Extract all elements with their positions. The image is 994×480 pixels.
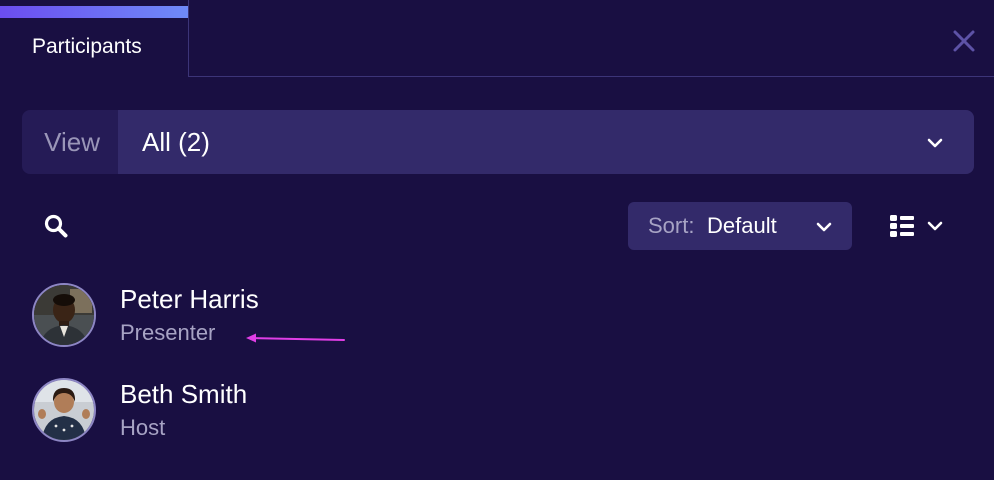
tab-bar-divider <box>189 76 994 77</box>
avatar-photo-beth-smith <box>34 380 94 440</box>
view-filter-label: View <box>22 110 118 174</box>
sort-dropdown[interactable]: Sort: Default <box>628 202 852 250</box>
avatar <box>32 378 96 442</box>
search-icon <box>44 214 68 238</box>
annotation-arrow <box>246 333 345 343</box>
participant-role: Host <box>120 415 166 440</box>
sort-label: Sort: <box>648 213 695 238</box>
participant-role: Presenter <box>120 320 216 345</box>
chevron-down-icon <box>816 222 832 232</box>
tab-participants-label: Participants <box>32 35 142 58</box>
view-filter-label-text: View <box>44 127 100 157</box>
search-button[interactable] <box>42 212 70 240</box>
sort-value: Default <box>707 213 777 238</box>
view-filter-value: All (2) <box>142 127 210 157</box>
view-filter-dropdown[interactable]: All (2) <box>118 110 974 174</box>
participants-panel: Participants View All (2) Sort: Default <box>0 0 994 480</box>
close-icon <box>953 30 975 52</box>
avatar-photo-peter-harris <box>34 285 94 345</box>
chevron-down-icon <box>927 138 943 148</box>
active-tab-indicator <box>0 6 188 18</box>
view-filter-select[interactable]: View All (2) <box>22 110 974 174</box>
tab-bar: Participants <box>0 0 994 77</box>
close-button[interactable] <box>950 27 978 55</box>
participant-name: Beth Smith <box>120 379 248 409</box>
participant-name: Peter Harris <box>120 284 259 314</box>
tab-participants[interactable]: Participants <box>0 0 189 77</box>
participant-item[interactable]: Beth Smith Host <box>32 378 632 444</box>
chevron-down-icon <box>927 221 943 231</box>
layout-toggle-button[interactable] <box>884 206 950 246</box>
list-layout-icon <box>890 215 914 237</box>
avatar <box>32 283 96 347</box>
